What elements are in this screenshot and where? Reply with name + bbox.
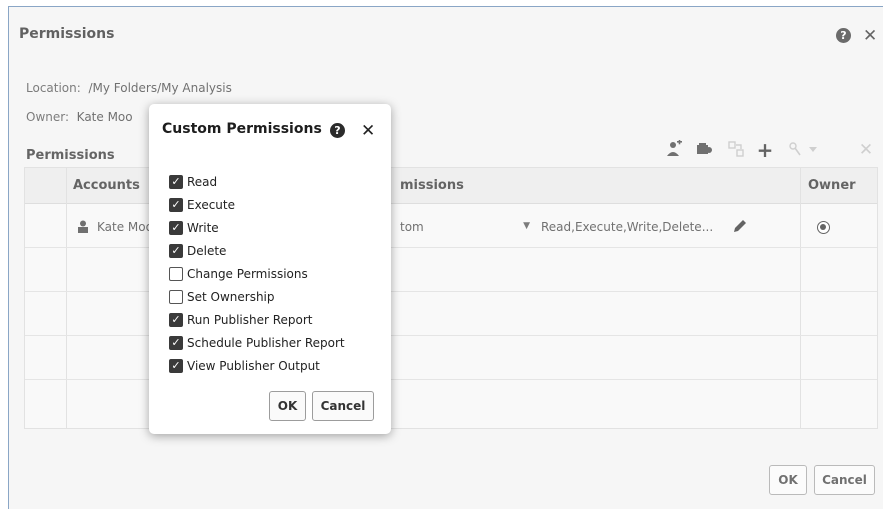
popup-cancel-button[interactable]: Cancel [312, 391, 374, 421]
checkbox-view-publisher-output[interactable]: ✓ View Publisher Output [169, 354, 345, 377]
checkbox-label: Execute [187, 197, 235, 212]
close-icon[interactable]: ✕ [361, 123, 375, 140]
checkbox-checked-icon[interactable]: ✓ [169, 312, 183, 327]
checkbox-unchecked-icon[interactable] [169, 266, 183, 281]
checkbox-checked-icon[interactable]: ✓ [169, 243, 183, 258]
checkbox-delete[interactable]: ✓ Delete [169, 239, 345, 262]
checkbox-write[interactable]: ✓ Write [169, 216, 345, 239]
checkbox-checked-icon[interactable]: ✓ [169, 220, 183, 235]
checkbox-set-ownership[interactable]: Set Ownership [169, 285, 345, 308]
checkbox-label: Set Ownership [187, 289, 275, 304]
modal-overlay [9, 7, 883, 509]
checkbox-checked-icon[interactable]: ✓ [169, 174, 183, 189]
custom-permissions-popup: Custom Permissions ? ✕ ✓ Read ✓ Execute ✓ W… [149, 104, 391, 434]
checkbox-label: View Publisher Output [187, 358, 320, 373]
checkbox-unchecked-icon[interactable] [169, 289, 183, 304]
checkbox-label: Schedule Publisher Report [187, 335, 345, 350]
checkbox-label: Delete [187, 243, 227, 258]
checkbox-label: Write [187, 220, 219, 235]
checkbox-label: Change Permissions [187, 266, 308, 281]
checkbox-read[interactable]: ✓ Read [169, 170, 345, 193]
checkbox-checked-icon[interactable]: ✓ [169, 197, 183, 212]
help-icon[interactable]: ? [330, 123, 345, 138]
checkbox-change-permissions[interactable]: Change Permissions [169, 262, 345, 285]
permission-checkbox-list: ✓ Read ✓ Execute ✓ Write ✓ Delete Change Per… [169, 170, 345, 377]
checkbox-schedule-publisher-report[interactable]: ✓ Schedule Publisher Report [169, 331, 345, 354]
checkbox-checked-icon[interactable]: ✓ [169, 358, 183, 373]
popup-ok-button[interactable]: OK [269, 391, 306, 421]
checkbox-execute[interactable]: ✓ Execute [169, 193, 345, 216]
checkbox-label: Read [187, 174, 218, 189]
popup-title: Custom Permissions [162, 121, 322, 137]
checkbox-run-publisher-report[interactable]: ✓ Run Publisher Report [169, 308, 345, 331]
checkbox-label: Run Publisher Report [187, 312, 313, 327]
checkbox-checked-icon[interactable]: ✓ [169, 335, 183, 350]
